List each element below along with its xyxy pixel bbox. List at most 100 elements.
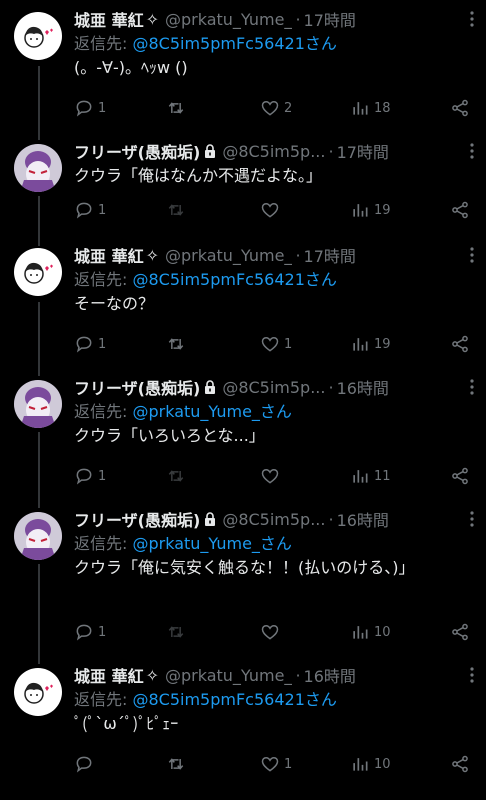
handle[interactable]: @8C5im5p... [222,378,325,397]
like-count: 1 [284,336,293,352]
like-button[interactable]: 1 [260,334,350,354]
timestamp[interactable]: 17時間 [337,139,389,163]
heart-icon [261,202,279,218]
handle[interactable]: @prkatu_Yume_ [165,246,292,265]
reply-mention[interactable]: @8C5im5pmFc56421さん [132,34,336,53]
handle[interactable]: @8C5im5p... [222,142,325,161]
more-icon[interactable] [462,140,482,162]
handle[interactable]: @prkatu_Yume_ [165,666,292,685]
retweet-button[interactable] [166,98,260,118]
like-button[interactable]: 2 [260,98,350,118]
reply-prefix: 返信先: [74,690,133,709]
reply-icon [76,202,92,219]
views-button[interactable]: 10 [350,754,450,774]
reply-to: 返信先: @8C5im5pmFc56421さん [74,268,472,292]
like-button[interactable] [260,200,350,220]
share-button[interactable] [450,622,470,642]
views-count: 19 [374,202,391,218]
timestamp[interactable]: 17時間 [304,243,356,267]
share-button[interactable] [450,466,470,486]
views-icon [353,338,368,351]
tweet-header: 城亜 華紅 ✧ @prkatu_Yume_ · 16時間 [74,662,472,688]
views-button[interactable]: 11 [350,466,450,486]
reply-mention[interactable]: @8C5im5pmFc56421さん [132,270,336,289]
avatar[interactable] [14,248,62,296]
reply-mention[interactable]: @8C5im5pmFc56421さん [132,690,336,709]
badge: ✧ [145,9,159,29]
reply-mention[interactable]: @prkatu_Yume_さん [132,402,291,421]
more-icon[interactable] [462,664,482,686]
retweet-icon [168,626,184,638]
views-count: 19 [374,336,391,352]
timestamp[interactable]: 16時間 [304,663,356,687]
avatar[interactable] [14,12,62,60]
retweet-button[interactable] [166,622,260,642]
heart-icon [261,100,279,116]
retweet-button[interactable] [166,754,260,774]
timestamp[interactable]: 16時間 [337,507,389,531]
views-button[interactable]: 19 [350,334,450,354]
retweet-button[interactable] [166,334,260,354]
views-count: 18 [374,100,391,116]
reply-button[interactable]: 1 [74,622,166,642]
timestamp[interactable]: 17時間 [304,7,356,31]
reply-mention[interactable]: @prkatu_Yume_さん [132,534,291,553]
reply-prefix: 返信先: [74,402,133,421]
reply-button[interactable]: 1 [74,200,166,220]
views-icon [353,102,368,115]
like-button[interactable]: 1 [260,754,350,774]
share-icon [452,335,468,353]
avatar[interactable] [14,380,62,428]
reply-icon [76,756,92,773]
display-name[interactable]: 城亜 華紅 [74,7,144,31]
more-icon[interactable] [462,508,482,530]
thread-line [38,196,40,246]
retweet-button[interactable] [166,200,260,220]
more-icon[interactable] [462,376,482,398]
like-button[interactable] [260,622,350,642]
lock-icon [205,144,216,158]
share-button[interactable] [450,200,470,220]
share-button[interactable] [450,754,470,774]
handle[interactable]: @8C5im5p... [222,510,325,529]
views-button[interactable]: 19 [350,200,450,220]
tweet-text: (。-∀-)。ﾍｯw () [74,58,188,77]
like-button[interactable] [260,466,350,486]
retweet-icon [168,338,184,350]
share-button[interactable] [450,98,470,118]
avatar[interactable] [14,144,62,192]
separator-dot: · [328,377,334,397]
display-name[interactable]: フリーザ(愚痴垢) [74,507,200,531]
views-icon [353,470,368,483]
handle[interactable]: @prkatu_Yume_ [165,10,292,29]
views-button[interactable]: 18 [350,98,450,118]
badge: ✧ [145,665,159,685]
reply-prefix: 返信先: [74,270,133,289]
share-button[interactable] [450,334,470,354]
reply-count: 1 [98,100,107,116]
retweet-icon [168,102,184,114]
views-button[interactable]: 10 [350,622,450,642]
views-icon [353,626,368,639]
avatar[interactable] [14,512,62,560]
display-name[interactable]: 城亜 華紅 [74,663,144,687]
avatar[interactable] [14,668,62,716]
display-name[interactable]: フリーザ(愚痴垢) [74,139,200,163]
timestamp[interactable]: 16時間 [337,375,389,399]
reply-to: 返信先: @8C5im5pmFc56421さん [74,688,472,712]
share-icon [452,99,468,117]
reply-button[interactable]: 1 [74,466,166,486]
display-name[interactable]: フリーザ(愚痴垢) [74,375,200,399]
reply-button[interactable]: 1 [74,98,166,118]
reply-button[interactable] [74,754,166,774]
reply-button[interactable]: 1 [74,334,166,354]
display-name[interactable]: 城亜 華紅 [74,243,144,267]
views-icon [353,204,368,217]
reply-to: 返信先: @prkatu_Yume_さん [74,532,472,556]
more-icon[interactable] [462,8,482,30]
retweet-icon [168,204,184,216]
tweet-text: クウラ「いろいろとな...」 [74,426,265,445]
more-icon[interactable] [462,244,482,266]
retweet-button[interactable] [166,466,260,486]
action-bar: 1 1 19 [74,332,470,356]
